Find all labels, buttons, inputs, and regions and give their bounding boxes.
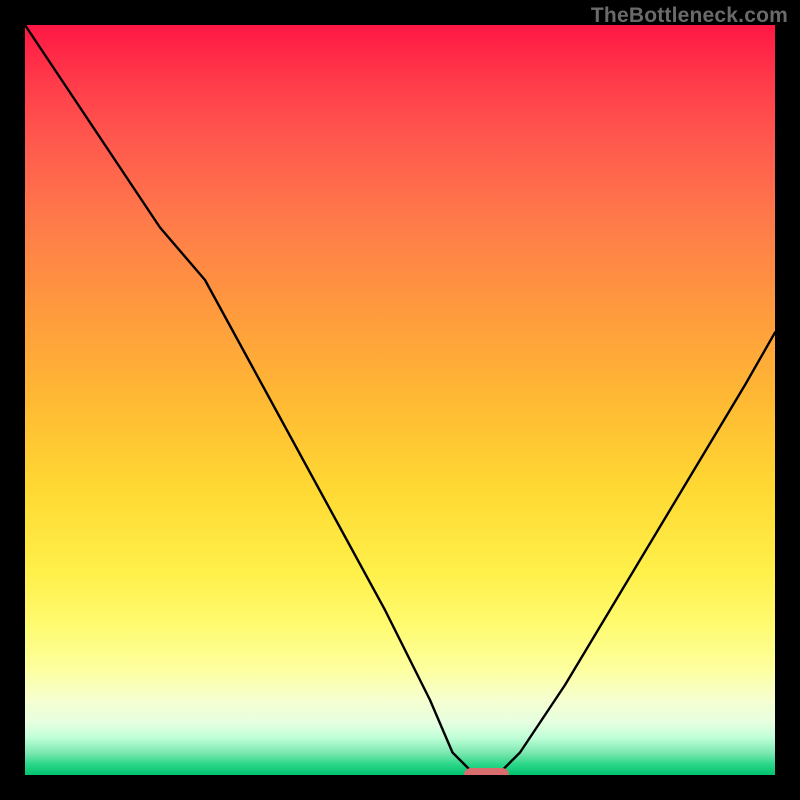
- curve-layer: [25, 25, 775, 775]
- plot-area: [25, 25, 775, 775]
- chart-frame: TheBottleneck.com: [0, 0, 800, 800]
- optimum-marker: [464, 768, 509, 775]
- bottleneck-curve-path: [25, 25, 775, 775]
